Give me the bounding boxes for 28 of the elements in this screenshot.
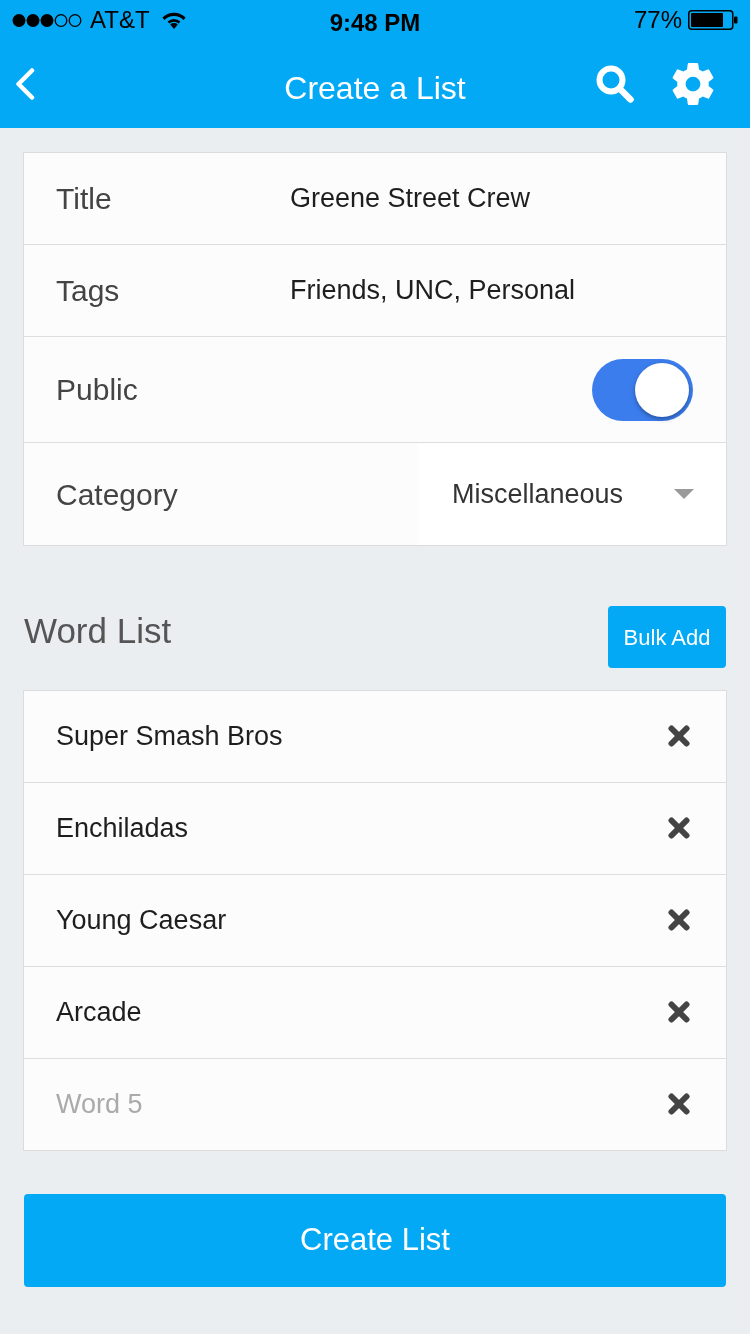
- close-icon[interactable]: [668, 817, 690, 839]
- close-icon[interactable]: [668, 1001, 690, 1023]
- close-icon[interactable]: [668, 725, 690, 747]
- screen-title: Create a List: [284, 69, 466, 108]
- battery-icon: [688, 10, 738, 30]
- caret-icon: [674, 489, 694, 499]
- word-input[interactable]: Super Smash Bros: [56, 714, 668, 758]
- text-field[interactable]: Greene Street Crew: [290, 176, 702, 221]
- field-label: Title: [56, 181, 113, 217]
- carrier-label: AT&T: [90, 5, 150, 35]
- wifi-icon: [161, 11, 186, 29]
- section-heading: Word List: [24, 610, 172, 652]
- field-label: Category: [56, 476, 179, 513]
- settings-icon[interactable]: [672, 63, 714, 105]
- field-label: Public: [56, 372, 139, 408]
- signal-strength-icon: [12, 12, 82, 28]
- word-input[interactable]: Young Caesar: [56, 898, 668, 942]
- word-input[interactable]: Word 5: [56, 1082, 668, 1126]
- text-field[interactable]: Friends, UNC, Personal: [290, 268, 702, 313]
- back-icon[interactable]: [15, 68, 35, 100]
- close-icon[interactable]: [668, 1093, 690, 1115]
- close-icon[interactable]: [668, 909, 690, 931]
- search-icon[interactable]: [596, 65, 634, 103]
- field-label: Tags: [56, 273, 121, 309]
- clock-time: 9:48 PM: [329, 8, 421, 38]
- battery-percent: 77%: [633, 5, 682, 35]
- word-input[interactable]: Enchiladas: [56, 806, 668, 850]
- word-input[interactable]: Arcade: [56, 990, 668, 1034]
